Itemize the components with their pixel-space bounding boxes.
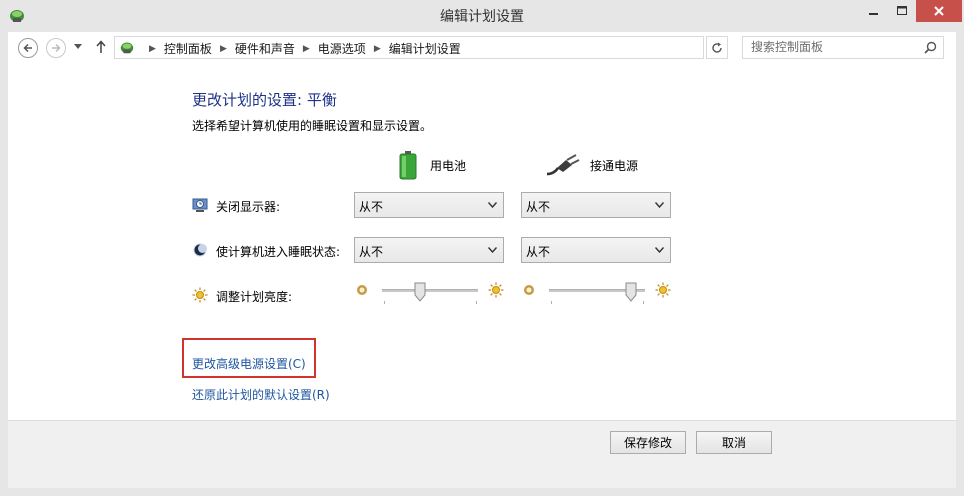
display-off-ac-select[interactable]: 从不 <box>521 192 671 218</box>
battery-icon <box>399 151 417 180</box>
forward-button[interactable] <box>46 38 66 58</box>
slider-thumb[interactable] <box>414 282 426 302</box>
battery-column-label: 用电池 <box>430 158 467 173</box>
close-button[interactable] <box>916 0 962 22</box>
column-header-battery: 用电池 <box>398 150 466 180</box>
sleep-battery-select[interactable]: 从不 <box>354 237 504 263</box>
dim-brightness-icon <box>357 285 367 295</box>
cancel-button[interactable]: 取消 <box>696 431 772 454</box>
brightness-label: 调整计划亮度: <box>216 290 293 304</box>
breadcrumb-hardware-sound[interactable]: 硬件和声音 <box>235 40 295 57</box>
chevron-down-icon <box>655 247 664 253</box>
maximize-icon <box>896 6 907 15</box>
sleep-battery-value: 从不 <box>359 245 384 259</box>
bright-sun-icon <box>488 282 504 298</box>
display-timer-icon <box>192 198 208 212</box>
breadcrumb-power-options[interactable]: 电源选项 <box>318 40 366 57</box>
close-icon <box>934 6 944 16</box>
page-subtitle: 选择希望计算机使用的睡眠设置和显示设置。 <box>192 119 433 133</box>
column-header-ac: 接通电源 <box>546 150 638 180</box>
window-title: 编辑计划设置 <box>440 9 524 25</box>
maximize-button[interactable] <box>888 0 916 22</box>
chevron-right-icon[interactable]: ▶ <box>220 44 227 54</box>
footer-bar: 保存修改 取消 <box>8 420 956 488</box>
main-content: 更改计划的设置: 平衡 选择希望计算机使用的睡眠设置和显示设置。 用电池 接通电… <box>8 64 956 420</box>
search-input[interactable] <box>751 40 911 54</box>
sleep-ac-value: 从不 <box>526 245 551 259</box>
slider-track[interactable] <box>382 289 478 292</box>
brightness-ac-slider[interactable] <box>523 282 673 310</box>
dim-brightness-icon <box>524 285 534 295</box>
chevron-right-icon: ▶ <box>149 43 156 54</box>
breadcrumb-control-panel[interactable]: 控制面板 <box>164 40 212 57</box>
chevron-down-icon <box>488 247 497 253</box>
save-changes-button[interactable]: 保存修改 <box>610 431 686 454</box>
slider-tick <box>476 301 477 304</box>
display-off-battery-select[interactable]: 从不 <box>354 192 504 218</box>
power-plug-icon <box>546 154 580 176</box>
title-bar: 编辑计划设置 <box>0 0 964 32</box>
control-panel-icon <box>120 42 134 54</box>
display-off-label: 关闭显示器: <box>216 200 281 214</box>
slider-tick <box>384 301 385 304</box>
minimize-icon <box>869 13 878 15</box>
recent-locations-dropdown[interactable] <box>74 44 82 50</box>
search-icon[interactable] <box>924 41 937 54</box>
chevron-down-icon <box>655 202 664 208</box>
restore-defaults-link[interactable]: 还原此计划的默认设置(R) <box>192 386 330 403</box>
search-box[interactable] <box>742 36 944 59</box>
display-off-ac-value: 从不 <box>526 200 551 214</box>
navigation-bar: ▶ 控制面板 ▶ 硬件和声音 ▶ 电源选项 ▶ 编辑计划设置 <box>8 32 956 64</box>
sleep-moon-icon <box>193 243 207 257</box>
bright-sun-icon <box>655 282 671 298</box>
chevron-down-icon <box>488 202 497 208</box>
display-off-battery-value: 从不 <box>359 200 384 214</box>
brightness-sun-icon <box>192 287 208 303</box>
breadcrumb-edit-plan[interactable]: 编辑计划设置 <box>389 40 461 57</box>
slider-thumb[interactable] <box>625 282 637 302</box>
sleep-ac-select[interactable]: 从不 <box>521 237 671 263</box>
refresh-button[interactable] <box>706 36 728 59</box>
chevron-right-icon[interactable]: ▶ <box>374 44 381 54</box>
sleep-label: 使计算机进入睡眠状态: <box>216 245 341 259</box>
chevron-right-icon[interactable]: ▶ <box>303 44 310 54</box>
minimize-button[interactable] <box>860 0 888 22</box>
breadcrumb: ▶ 控制面板 ▶ 硬件和声音 ▶ 电源选项 ▶ 编辑计划设置 <box>141 40 461 57</box>
brightness-battery-slider[interactable] <box>356 282 506 310</box>
page-title: 更改计划的设置: 平衡 <box>192 91 337 109</box>
arrow-left-icon <box>23 43 32 53</box>
up-arrow-icon[interactable] <box>96 40 106 54</box>
slider-tick <box>551 301 552 304</box>
advanced-power-settings-link[interactable]: 更改高级电源设置(C) <box>192 355 306 372</box>
back-button[interactable] <box>18 38 38 58</box>
slider-tick <box>643 301 644 304</box>
arrow-right-icon <box>52 43 61 53</box>
refresh-icon <box>712 42 722 53</box>
address-bar[interactable]: ▶ 控制面板 ▶ 硬件和声音 ▶ 电源选项 ▶ 编辑计划设置 <box>114 36 806 59</box>
ac-column-label: 接通电源 <box>590 158 639 173</box>
